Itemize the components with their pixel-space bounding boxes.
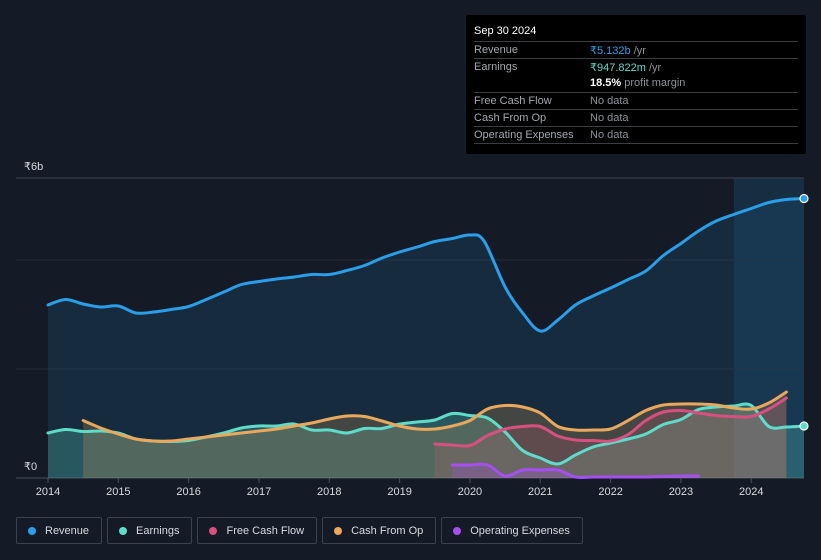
tooltip-label: Earnings — [474, 61, 518, 73]
legend-cash-from-op[interactable]: Cash From Op — [322, 517, 437, 544]
tooltip-row-fcf: Free Cash Flow No data — [474, 92, 798, 110]
revenue-value: ₹5.132b — [590, 45, 631, 57]
x-tick-label: 2017 — [247, 486, 271, 498]
earnings-end-marker — [799, 421, 809, 431]
tooltip-date: Sep 30 2024 — [474, 25, 537, 37]
x-tick-label: 2020 — [458, 486, 482, 498]
tooltip-label: Cash From Op — [474, 112, 547, 124]
x-tick-label: 2019 — [387, 486, 411, 498]
earnings-suffix: /yr — [645, 62, 662, 74]
x-tick-label: 2021 — [528, 486, 552, 498]
profit-margin-value: 18.5% — [590, 77, 622, 89]
legend: Revenue Earnings Free Cash Flow Cash Fro… — [16, 517, 583, 544]
y-tick-label-max: ₹6b — [24, 161, 43, 173]
legend-dot-icon — [119, 526, 128, 535]
legend-dot-icon — [209, 526, 218, 535]
legend-label: Revenue — [45, 524, 90, 537]
tooltip-row-margin: 18.5% profit margin — [474, 75, 798, 92]
legend-revenue[interactable]: Revenue — [16, 517, 103, 544]
legend-earnings[interactable]: Earnings — [107, 517, 193, 544]
x-tick-label: 2023 — [669, 486, 693, 498]
x-tick-label: 2018 — [317, 486, 341, 498]
tooltip-panel: Sep 30 2024 Revenue ₹5.132b /yr Earnings… — [466, 15, 806, 154]
x-tick-label: 2015 — [106, 486, 130, 498]
y-tick-label-zero: ₹0 — [24, 461, 37, 473]
x-tick-label: 2014 — [36, 486, 60, 498]
tooltip-row-opex: Operating Expenses No data — [474, 126, 798, 144]
x-axis: 2014 2015 2016 2017 2018 2019 2020 2021 2022 2023… — [36, 478, 763, 498]
legend-label: Cash From Op — [351, 524, 424, 537]
legend-operating-expenses[interactable]: Operating Expenses — [441, 517, 583, 544]
profit-margin-suffix: profit margin — [621, 77, 686, 89]
cfo-value: No data — [590, 112, 629, 124]
tooltip-row-revenue: Revenue ₹5.132b /yr — [474, 41, 798, 59]
legend-dot-icon — [28, 526, 36, 535]
tooltip-label: Operating Expenses — [474, 129, 574, 141]
legend-free-cash-flow[interactable]: Free Cash Flow — [197, 517, 318, 544]
legend-dot-icon — [334, 526, 343, 535]
revenue-suffix: /yr — [630, 45, 646, 57]
tooltip-row-cfo: Cash From Op No data — [474, 109, 798, 127]
revenue-end-marker — [799, 193, 809, 204]
legend-dot-icon — [453, 526, 462, 535]
x-tick-label: 2022 — [598, 486, 622, 498]
x-tick-label: 2016 — [176, 486, 200, 498]
tooltip-row-earnings: Earnings ₹947.822m /yr — [474, 58, 798, 76]
series-areas — [48, 198, 804, 478]
opex-value: No data — [590, 129, 629, 141]
legend-label: Earnings — [136, 524, 180, 537]
tooltip-label: Free Cash Flow — [474, 95, 552, 107]
tooltip-divider — [474, 143, 798, 144]
tooltip-label: Revenue — [474, 44, 519, 56]
fcf-value: No data — [590, 95, 629, 107]
legend-label: Operating Expenses — [470, 524, 570, 537]
earnings-value: ₹947.822m — [590, 62, 646, 74]
legend-label: Free Cash Flow — [226, 524, 305, 537]
x-tick-label: 2024 — [739, 486, 763, 498]
